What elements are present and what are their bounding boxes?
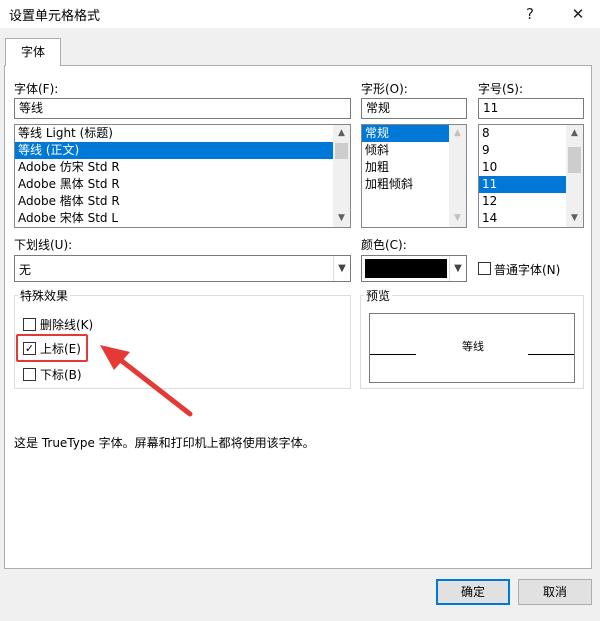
- scroll-thumb[interactable]: [335, 143, 348, 159]
- underline-value: 无: [19, 263, 32, 277]
- style-scrollbar[interactable]: ▲ ▼: [449, 125, 466, 227]
- chevron-down-icon[interactable]: ▼: [333, 256, 350, 281]
- preview-box: 等线: [369, 313, 575, 383]
- color-label: 颜色(C):: [361, 238, 407, 252]
- strikethrough-checkbox[interactable]: [23, 318, 36, 331]
- scroll-up-icon[interactable]: ▲: [566, 125, 583, 142]
- scroll-down-icon[interactable]: ▼: [333, 210, 350, 227]
- size-label: 字号(S):: [478, 82, 524, 96]
- superscript-label: 上标(E): [40, 342, 81, 356]
- size-input[interactable]: 11: [478, 98, 584, 119]
- scroll-thumb[interactable]: [568, 147, 581, 173]
- close-icon[interactable]: ✕: [556, 2, 600, 26]
- info-text: 这是 TrueType 字体。屏幕和打印机上都将使用该字体。: [14, 436, 315, 450]
- subscript-checkbox[interactable]: [23, 368, 36, 381]
- style-list[interactable]: 常规 倾斜 加粗 加粗倾斜 ▲ ▼: [361, 124, 467, 228]
- style-label: 字形(O):: [361, 82, 408, 96]
- subscript-label: 下标(B): [40, 368, 82, 382]
- arrow-shaft: [115, 355, 193, 417]
- scroll-up-icon[interactable]: ▲: [449, 125, 466, 142]
- dialog-title: 设置单元格格式: [9, 9, 101, 24]
- annotation-arrow: [100, 345, 193, 417]
- size-list[interactable]: 8 9 10 11 12 14 ▲ ▼: [478, 124, 584, 228]
- style-input[interactable]: 常规: [361, 98, 467, 119]
- list-item-selected[interactable]: 常规: [362, 125, 450, 142]
- underline-label: 下划线(U):: [14, 238, 73, 252]
- font-label: 字体(F):: [14, 82, 59, 96]
- color-swatch: [365, 259, 447, 278]
- cancel-button[interactable]: 取消: [518, 579, 592, 605]
- list-item[interactable]: Adobe 仿宋 Std R: [15, 159, 350, 176]
- preview-baseline-right: [528, 354, 574, 355]
- preview-title: 预览: [364, 287, 393, 304]
- list-item[interactable]: 等线 Light (标题): [15, 125, 350, 142]
- effects-title: 特殊效果: [18, 287, 71, 304]
- normal-font-label: 普通字体(N): [494, 263, 561, 277]
- help-icon[interactable]: ?: [508, 2, 552, 26]
- list-item-selected[interactable]: 11: [479, 176, 567, 193]
- scroll-down-icon[interactable]: ▼: [449, 210, 466, 227]
- list-item[interactable]: Adobe 楷体 Std R: [15, 193, 350, 210]
- underline-select[interactable]: 无 ▼: [14, 255, 351, 282]
- strikethrough-label: 删除线(K): [40, 318, 94, 332]
- preview-sample: 等线: [462, 340, 484, 353]
- color-select[interactable]: ▼: [361, 255, 467, 282]
- font-list[interactable]: 等线 Light (标题) 等线 (正文) Adobe 仿宋 Std R Ado…: [14, 124, 351, 228]
- chevron-down-icon[interactable]: ▼: [449, 256, 466, 281]
- font-input[interactable]: 等线: [14, 98, 351, 119]
- font-scrollbar[interactable]: ▲ ▼: [333, 125, 350, 227]
- ok-button[interactable]: 确定: [436, 579, 510, 605]
- preview-baseline-left: [370, 354, 416, 355]
- normal-font-checkbox[interactable]: [478, 262, 491, 275]
- list-item[interactable]: Adobe 宋体 Std L: [15, 210, 350, 227]
- scroll-down-icon[interactable]: ▼: [566, 210, 583, 227]
- list-item[interactable]: Adobe 黑体 Std R: [15, 176, 350, 193]
- size-scrollbar[interactable]: ▲ ▼: [566, 125, 583, 227]
- list-item-selected[interactable]: 等线 (正文): [15, 142, 350, 159]
- tab-font[interactable]: 字体: [5, 38, 61, 66]
- superscript-checkbox[interactable]: ✓: [23, 342, 36, 355]
- scroll-up-icon[interactable]: ▲: [333, 125, 350, 142]
